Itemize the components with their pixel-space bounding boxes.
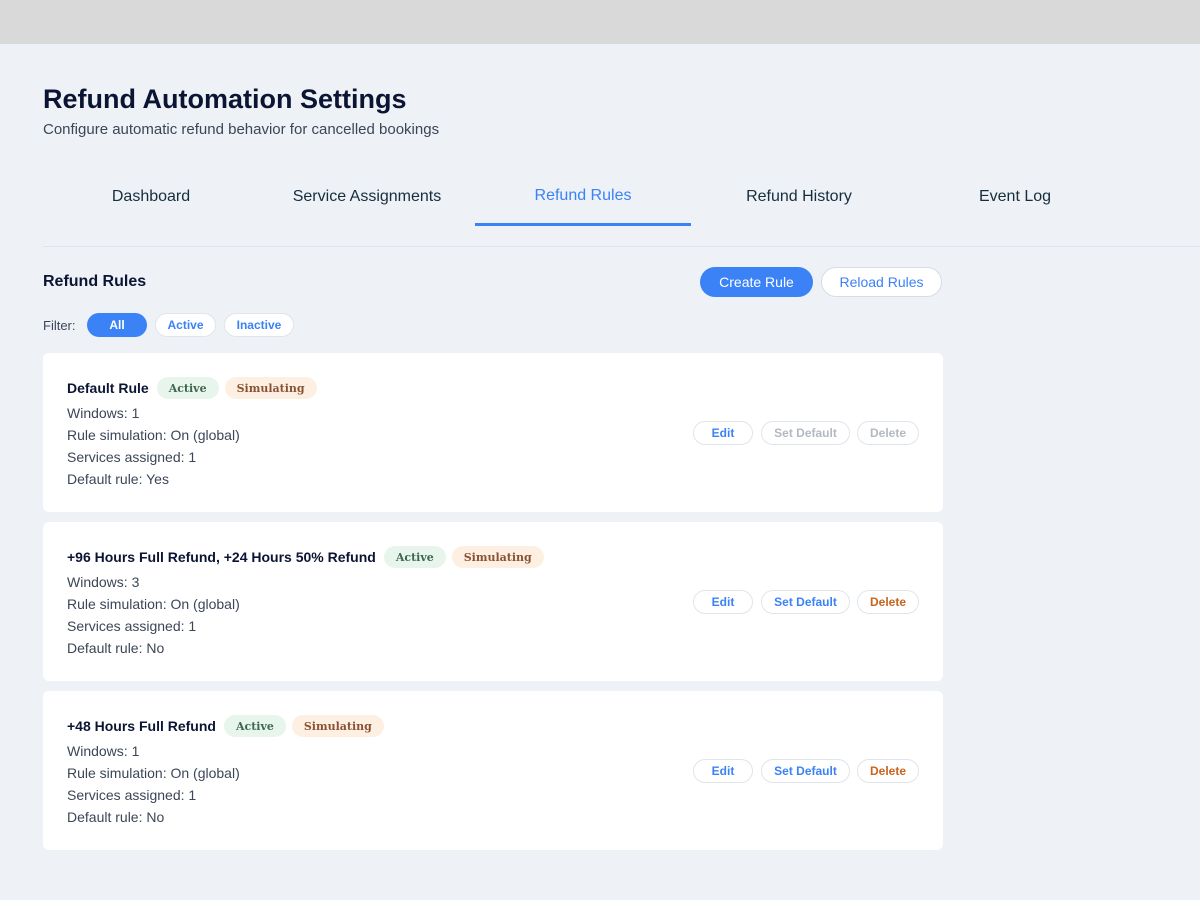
page-subtitle: Configure automatic refund behavior for … xyxy=(43,121,440,138)
rule-simulation: Rule simulation: On (global) xyxy=(67,765,240,781)
filter-active-chip[interactable]: Active xyxy=(155,313,216,337)
tab-service-assignments[interactable]: Service Assignments xyxy=(259,168,475,226)
edit-rule-button[interactable]: Edit xyxy=(693,759,753,783)
set-default-button[interactable]: Set Default xyxy=(761,590,850,614)
simulating-badge: Simulating xyxy=(291,715,384,737)
simulating-badge: Simulating xyxy=(224,377,317,399)
section-title: Refund Rules xyxy=(43,273,147,290)
rule-default: Default rule: No xyxy=(67,809,165,825)
rule-default: Default rule: Yes xyxy=(67,471,169,487)
browser-top-bar xyxy=(0,0,1200,44)
rule-card-96-hours: +96 Hours Full Refund, +24 Hours 50% Ref… xyxy=(43,522,943,681)
rule-simulation: Rule simulation: On (global) xyxy=(67,596,240,612)
status-badge: Active xyxy=(223,715,286,737)
edit-rule-button[interactable]: Edit xyxy=(693,590,753,614)
tab-refund-history[interactable]: Refund History xyxy=(691,168,907,226)
rule-windows: Windows: 1 xyxy=(67,743,140,759)
rule-services: Services assigned: 1 xyxy=(67,449,197,465)
rule-windows: Windows: 1 xyxy=(67,405,140,421)
rule-name: +96 Hours Full Refund, +24 Hours 50% Ref… xyxy=(67,549,376,565)
rule-default: Default rule: No xyxy=(67,640,165,656)
delete-rule-button[interactable]: Delete xyxy=(857,759,919,783)
rule-simulation: Rule simulation: On (global) xyxy=(67,427,240,443)
create-rule-button[interactable]: Create Rule xyxy=(700,267,813,297)
tab-event-log[interactable]: Event Log xyxy=(907,168,1123,226)
tab-refund-rules[interactable]: Refund Rules xyxy=(475,168,691,226)
rule-card-default-rule: Default Rule Active Simulating Windows: … xyxy=(43,353,943,512)
reload-rules-button[interactable]: Reload Rules xyxy=(821,267,942,297)
status-badge: Active xyxy=(156,377,219,399)
simulating-badge: Simulating xyxy=(451,546,544,568)
filter-all-chip[interactable]: All xyxy=(87,313,147,337)
tab-dashboard[interactable]: Dashboard xyxy=(43,168,259,226)
page-title: Refund Automation Settings xyxy=(43,84,407,114)
rule-card-48-hours: +48 Hours Full Refund Active Simulating … xyxy=(43,691,943,850)
delete-rule-button[interactable]: Delete xyxy=(857,421,919,445)
delete-rule-button[interactable]: Delete xyxy=(857,590,919,614)
rule-name: Default Rule xyxy=(67,380,149,396)
set-default-button[interactable]: Set Default xyxy=(761,759,850,783)
filter-label: Filter: xyxy=(43,318,76,333)
rule-windows: Windows: 3 xyxy=(67,574,140,590)
set-default-button[interactable]: Set Default xyxy=(761,421,850,445)
rule-services: Services assigned: 1 xyxy=(67,618,197,634)
tab-bar: Dashboard Service Assignments Refund Rul… xyxy=(43,168,1200,247)
status-badge: Active xyxy=(383,546,446,568)
rule-services: Services assigned: 1 xyxy=(67,787,197,803)
rule-name: +48 Hours Full Refund xyxy=(67,718,216,734)
filter-inactive-chip[interactable]: Inactive xyxy=(224,313,294,337)
edit-rule-button[interactable]: Edit xyxy=(693,421,753,445)
